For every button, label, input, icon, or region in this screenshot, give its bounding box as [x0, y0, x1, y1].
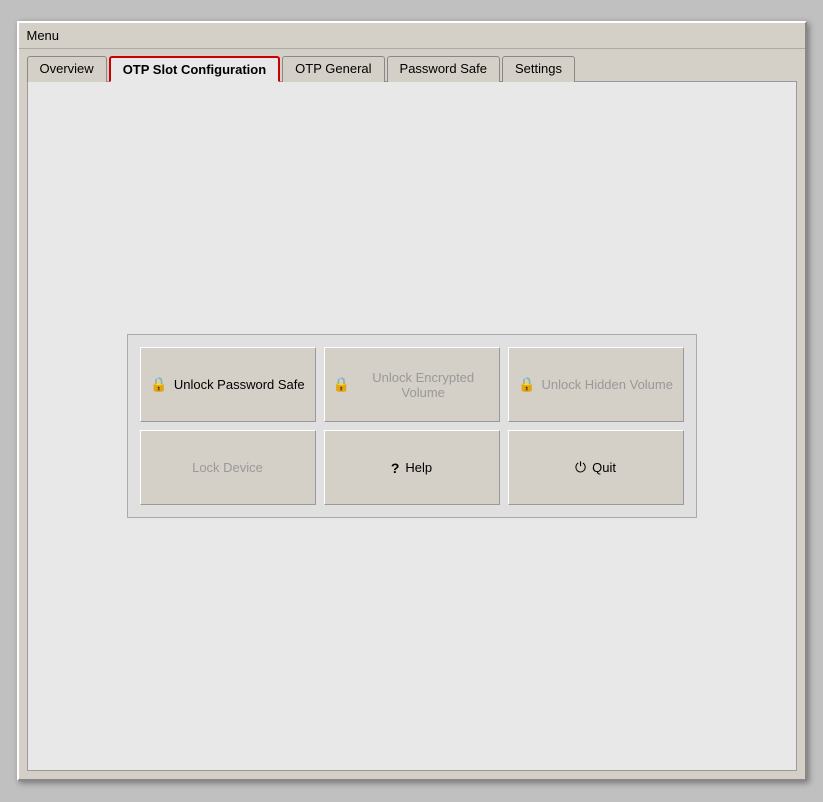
- tab-content: 🔒 Unlock Password Safe 🔒 Unlock Encrypte…: [27, 81, 797, 771]
- button-row-1: 🔒 Unlock Password Safe 🔒 Unlock Encrypte…: [140, 347, 684, 422]
- title-bar: Menu: [19, 23, 805, 49]
- tab-otp-slot[interactable]: OTP Slot Configuration: [109, 56, 280, 82]
- tab-bar: Overview OTP Slot Configuration OTP Gene…: [19, 49, 805, 81]
- tab-otp-general[interactable]: OTP General: [282, 56, 384, 82]
- tab-settings[interactable]: Settings: [502, 56, 575, 82]
- unlock-encrypted-volume-button[interactable]: 🔒 Unlock Encrypted Volume: [324, 347, 500, 422]
- lock-icon-3: 🔒: [518, 376, 535, 393]
- question-icon: ?: [391, 460, 400, 476]
- lock-icon-2: 🔒: [333, 376, 350, 393]
- main-window: Menu Overview OTP Slot Configuration OTP…: [17, 21, 807, 781]
- quit-button[interactable]: ⏻ Quit: [508, 430, 684, 505]
- window-title: Menu: [27, 28, 60, 43]
- lock-device-button[interactable]: Lock Device: [140, 430, 316, 505]
- tab-password-safe[interactable]: Password Safe: [387, 56, 500, 82]
- button-grid: 🔒 Unlock Password Safe 🔒 Unlock Encrypte…: [127, 334, 697, 518]
- lock-icon: 🔒: [150, 376, 167, 393]
- tab-overview[interactable]: Overview: [27, 56, 107, 82]
- button-row-2: Lock Device ? Help ⏻ Quit: [140, 430, 684, 505]
- power-icon: ⏻: [575, 459, 586, 476]
- help-button[interactable]: ? Help: [324, 430, 500, 505]
- unlock-password-safe-button[interactable]: 🔒 Unlock Password Safe: [140, 347, 316, 422]
- unlock-hidden-volume-button[interactable]: 🔒 Unlock Hidden Volume: [508, 347, 684, 422]
